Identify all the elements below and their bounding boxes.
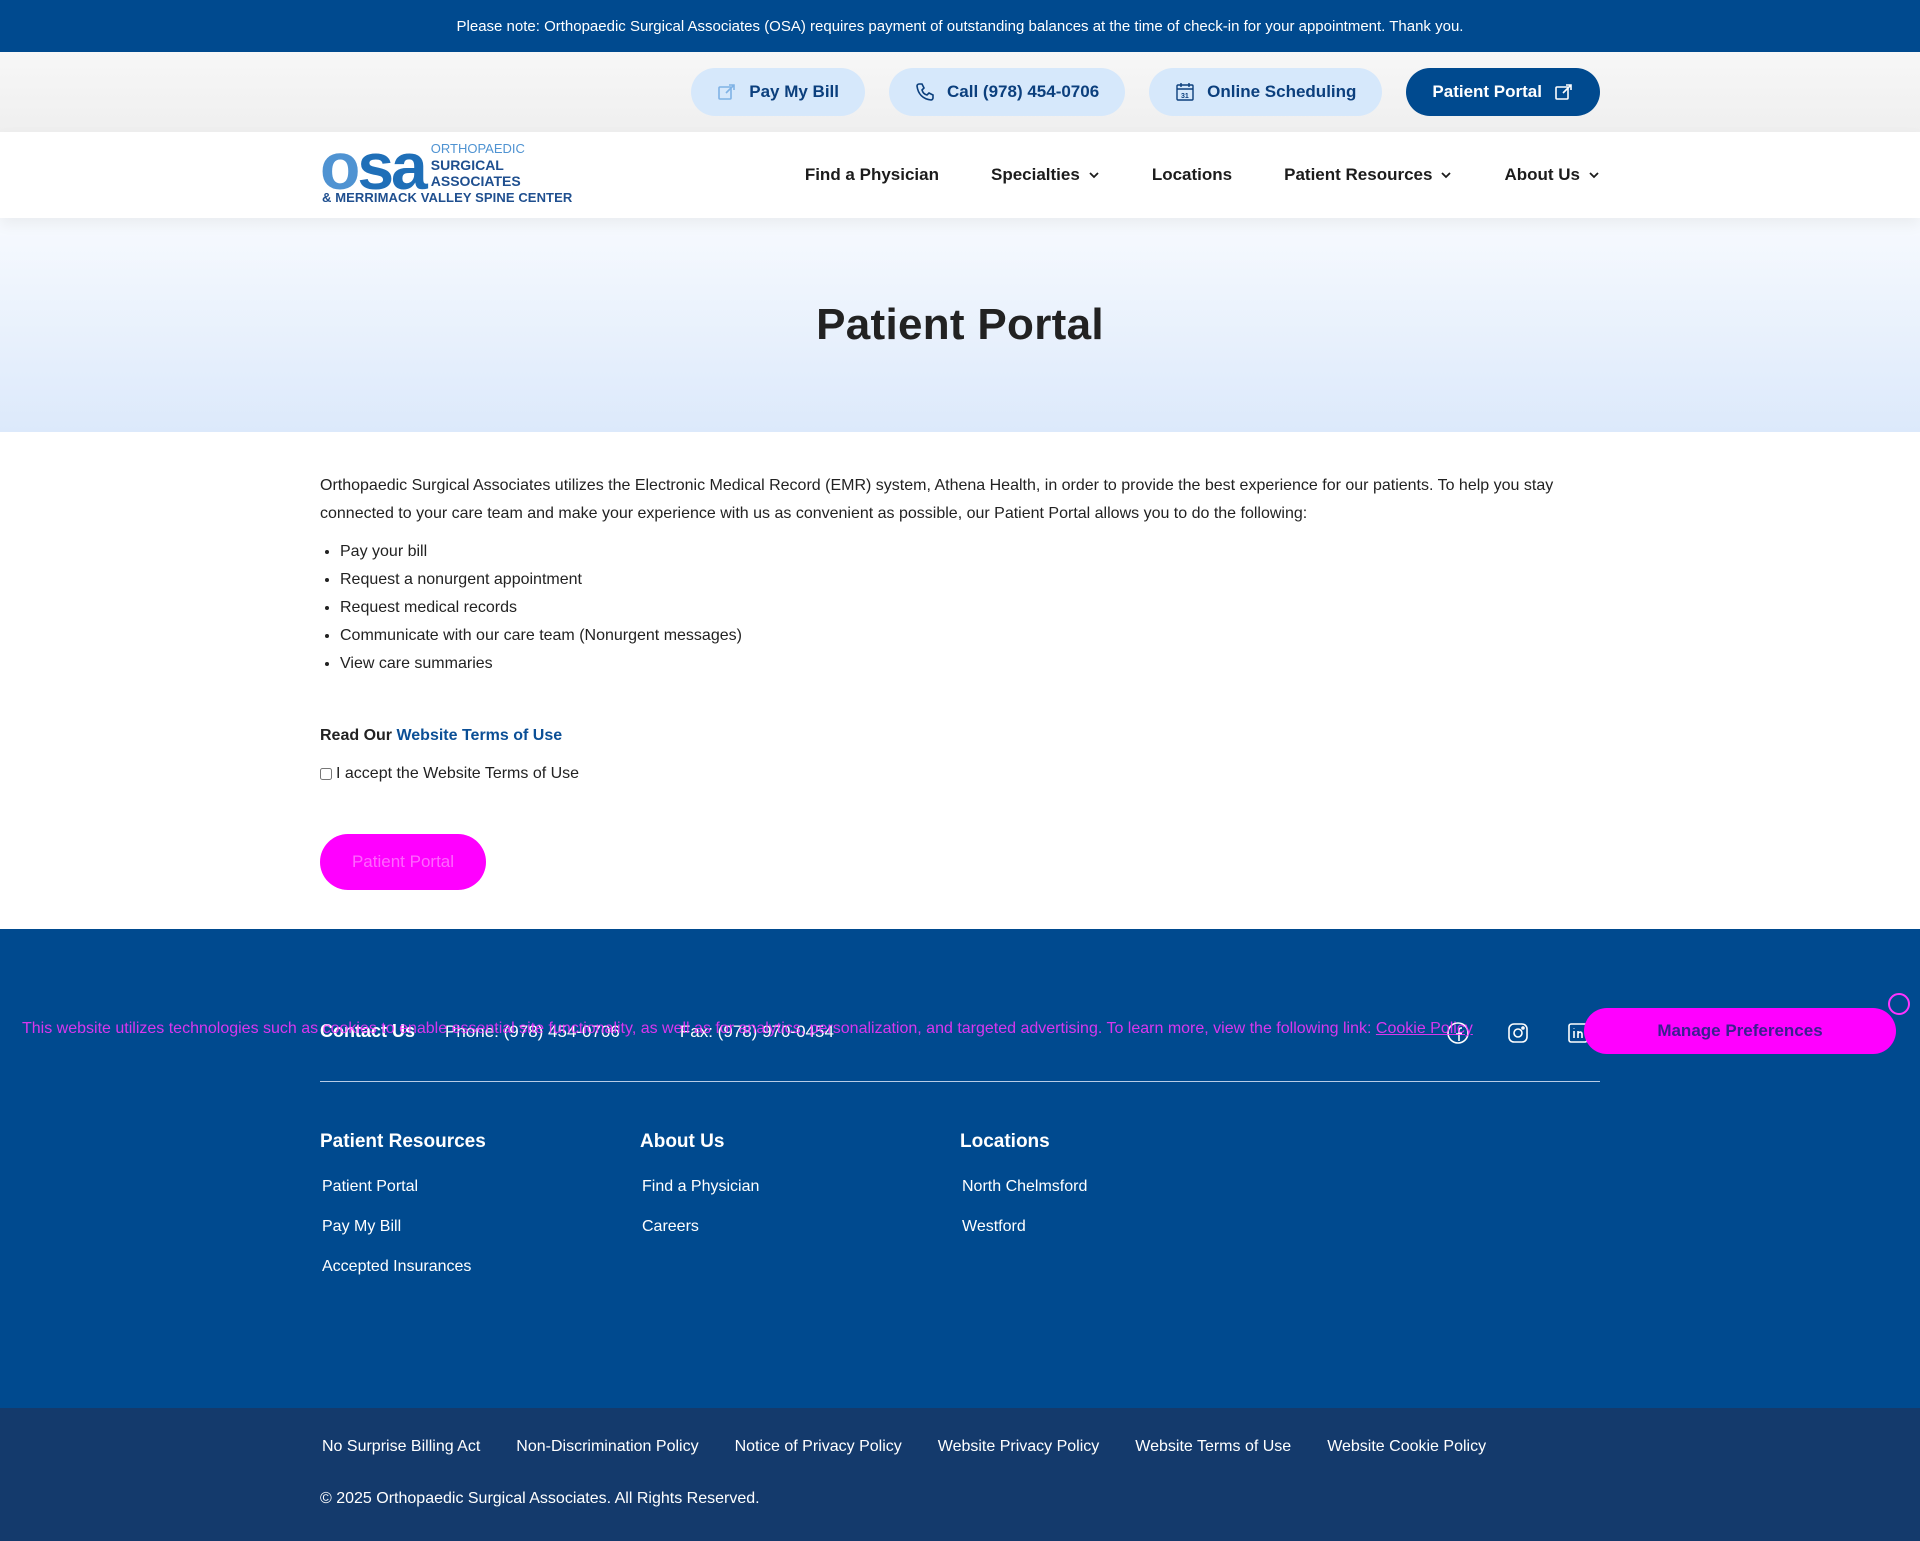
footer-link[interactable]: Patient Portal	[320, 1167, 486, 1207]
close-icon[interactable]	[1888, 993, 1910, 1015]
cookie-policy-link[interactable]: Cookie Policy	[1376, 1020, 1473, 1037]
footer-col-title: Patient Resources	[320, 1131, 486, 1152]
list-item: Request a nonurgent appointment	[340, 566, 1600, 594]
footer-link[interactable]: Find a Physician	[640, 1167, 759, 1207]
site-footer: Contact Us Phone: (978) 454-0706 Fax: (9…	[0, 929, 1920, 1408]
site-header: osa ORTHOPAEDIC SURGICAL ASSOCIATES & ME…	[0, 132, 1920, 218]
manage-preferences-button[interactable]: Manage Preferences	[1584, 1008, 1896, 1054]
legal-link[interactable]: Notice of Privacy Policy	[735, 1438, 902, 1456]
nav-about-us[interactable]: About Us	[1504, 165, 1600, 185]
nav-find-physician[interactable]: Find a Physician	[805, 165, 939, 185]
legal-link[interactable]: Website Privacy Policy	[938, 1438, 1100, 1456]
footer-link[interactable]: Accepted Insurances	[320, 1247, 486, 1287]
footer-col-locations: Locations North Chelmsford Westford	[960, 1131, 1087, 1247]
main-nav: Find a Physician Specialties Locations P…	[805, 132, 1600, 218]
chevron-down-icon	[1441, 172, 1452, 179]
chevron-down-icon	[1589, 172, 1599, 179]
footer-link[interactable]: Westford	[960, 1207, 1087, 1247]
phone-icon	[916, 83, 934, 101]
online-scheduling-button[interactable]: 31 Online Scheduling	[1149, 68, 1383, 116]
footer-col-title: Locations	[960, 1131, 1050, 1152]
pay-bill-label: Pay My Bill	[749, 82, 840, 101]
accept-terms-row[interactable]: I accept the Website Terms of Use	[320, 760, 1600, 788]
notice-text: Please note: Orthopaedic Surgical Associ…	[456, 17, 1464, 35]
footer-link[interactable]: Careers	[640, 1207, 759, 1247]
intro-paragraph: Orthopaedic Surgical Associates utilizes…	[320, 477, 1554, 522]
page-title: Patient Portal	[816, 300, 1104, 349]
footer-col-title: About Us	[640, 1131, 725, 1152]
call-button[interactable]: Call (978) 454-0706	[889, 68, 1126, 116]
legal-link[interactable]: No Surprise Billing Act	[322, 1438, 480, 1456]
list-item: Request medical records	[340, 594, 1600, 622]
footer-col-about-us: About Us Find a Physician Careers	[640, 1131, 759, 1247]
logo-mark: osa	[320, 129, 428, 203]
footer-divider	[320, 1081, 1600, 1082]
utility-bar: Pay My Bill Call (978) 454-0706 31 Onlin…	[0, 52, 1920, 132]
chevron-down-icon	[1089, 172, 1099, 179]
calendar-icon: 31	[1176, 83, 1194, 101]
logo-subtitle: & MERRIMACK VALLEY SPINE CENTER	[322, 190, 573, 205]
list-item: Communicate with our care team (Nonurgen…	[340, 622, 1600, 650]
list-item: Pay your bill	[340, 538, 1600, 566]
legal-link[interactable]: Website Cookie Policy	[1327, 1438, 1486, 1456]
main-content: Orthopaedic Surgical Associates utilizes…	[320, 472, 1600, 788]
footer-bottom-bar: No Surprise Billing Act Non-Discriminati…	[0, 1408, 1920, 1541]
terms-link[interactable]: Website Terms of Use	[396, 727, 562, 744]
call-label: Call (978) 454-0706	[947, 82, 1100, 101]
logo-wordmark: ORTHOPAEDIC SURGICAL ASSOCIATES	[430, 141, 525, 189]
patient-portal-label: Patient Portal	[1432, 82, 1542, 101]
accept-terms-checkbox[interactable]	[320, 768, 332, 780]
launch-portal-button[interactable]: Patient Portal	[320, 834, 486, 890]
footer-col-patient-resources: Patient Resources Patient Portal Pay My …	[320, 1131, 486, 1287]
accept-terms-label: I accept the Website Terms of Use	[336, 765, 580, 782]
legal-links: No Surprise Billing Act Non-Discriminati…	[322, 1438, 1486, 1456]
nav-patient-resources[interactable]: Patient Resources	[1284, 165, 1452, 185]
external-link-icon	[718, 84, 736, 100]
feature-list: Pay your bill Request a nonurgent appoin…	[320, 538, 1600, 678]
svg-text:31: 31	[1181, 93, 1189, 100]
legal-link[interactable]: Website Terms of Use	[1135, 1438, 1291, 1456]
footer-link[interactable]: North Chelmsford	[960, 1167, 1087, 1207]
cookie-banner-text: This website utilizes technologies such …	[22, 1020, 1473, 1037]
scheduling-label: Online Scheduling	[1207, 82, 1357, 101]
terms-line: Read Our Website Terms of Use	[320, 722, 1600, 750]
nav-locations[interactable]: Locations	[1152, 165, 1232, 185]
nav-specialties[interactable]: Specialties	[991, 165, 1100, 185]
patient-portal-button[interactable]: Patient Portal	[1406, 68, 1600, 116]
external-link-icon	[1555, 84, 1572, 100]
instagram-icon[interactable]	[1506, 1021, 1530, 1045]
copyright: © 2025 Orthopaedic Surgical Associates. …	[320, 1490, 760, 1507]
terms-prefix: Read Our	[320, 727, 393, 744]
footer-link[interactable]: Pay My Bill	[320, 1207, 486, 1247]
legal-link[interactable]: Non-Discrimination Policy	[516, 1438, 698, 1456]
list-item: View care summaries	[340, 650, 1600, 678]
notice-bar: Please note: Orthopaedic Surgical Associ…	[0, 0, 1920, 52]
pay-bill-button[interactable]: Pay My Bill	[691, 68, 866, 116]
page-hero: Patient Portal	[0, 218, 1920, 432]
site-logo[interactable]: osa ORTHOPAEDIC SURGICAL ASSOCIATES	[320, 129, 525, 203]
